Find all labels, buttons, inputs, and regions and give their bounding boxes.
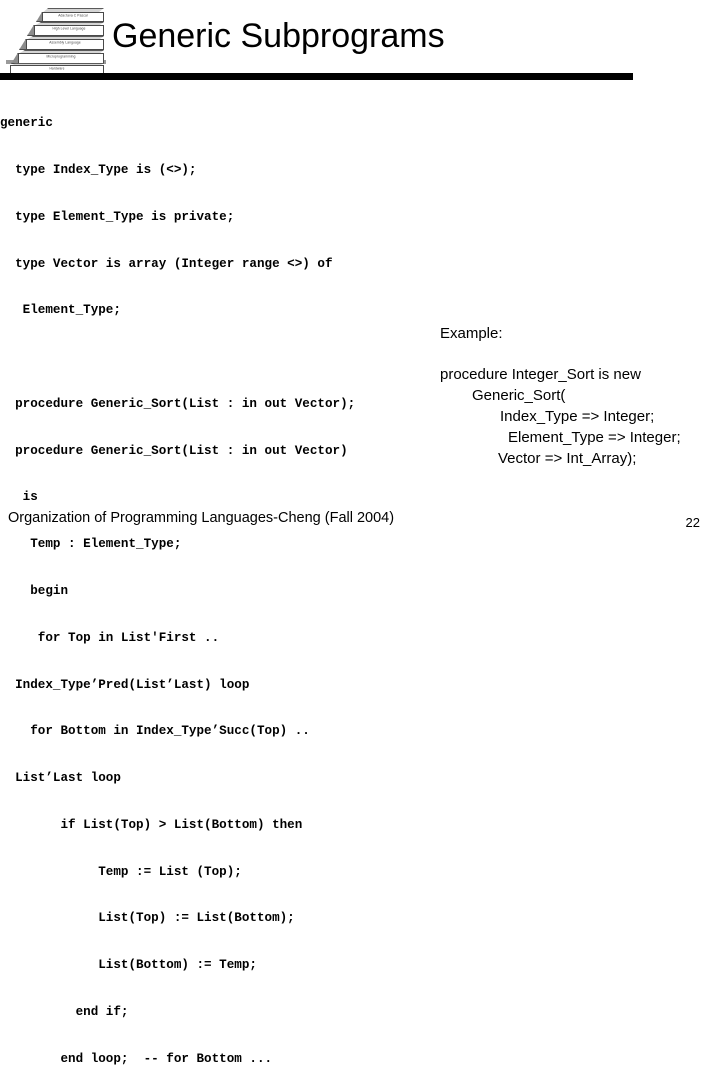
code-line: generic bbox=[0, 116, 53, 131]
example-line: procedure Integer_Sort is new bbox=[440, 366, 641, 383]
code-line: List(Top) := List(Bottom); bbox=[0, 911, 295, 926]
example-line: Element_Type => Integer; bbox=[508, 429, 681, 446]
code-line: type Vector is array (Integer range <>) … bbox=[0, 256, 333, 271]
logo-tier-4: Microprogramming bbox=[18, 53, 104, 64]
example-line: Generic_Sort( bbox=[472, 387, 566, 404]
logo-tier-1: Ada/Java C Pascal bbox=[42, 12, 104, 22]
code-line: type Index_Type is (<>); bbox=[0, 162, 197, 177]
page-number: 22 bbox=[685, 515, 700, 530]
layered-stack-pyramid-logo: Ada/Java C Pascal High Level Language As… bbox=[4, 4, 108, 74]
slide-footer: Organization of Programming Languages-Ch… bbox=[0, 500, 720, 540]
title-divider-rule bbox=[0, 73, 633, 80]
code-line: procedure Generic_Sort(List : in out Vec… bbox=[0, 443, 348, 458]
code-line: end loop; -- for Bottom ... bbox=[0, 1051, 273, 1066]
example-label: Example: bbox=[440, 325, 503, 342]
code-line: for Bottom in Index_Type’Succ(Top) .. bbox=[0, 724, 310, 739]
example-block: Example: procedure Integer_Sort is new G… bbox=[432, 324, 720, 469]
code-line: Index_Type’Pred(List’Last) loop bbox=[0, 677, 250, 692]
logo-tier-2: High Level Language bbox=[34, 25, 104, 36]
code-line: List’Last loop bbox=[0, 771, 121, 786]
example-line: Vector => Int_Array); bbox=[498, 450, 637, 467]
logo-tier-1-label: Ada/Java C Pascal bbox=[58, 13, 88, 18]
code-line: end if; bbox=[0, 1005, 129, 1020]
slide-header: Ada/Java C Pascal High Level Language As… bbox=[0, 0, 720, 82]
logo-tier-3-label: Assembly Language bbox=[49, 40, 81, 45]
logo-tier-2-label: High Level Language bbox=[52, 26, 86, 31]
code-line: Temp := List (Top); bbox=[0, 864, 242, 879]
code-line: procedure Generic_Sort(List : in out Vec… bbox=[0, 396, 356, 411]
code-line: type Element_Type is private; bbox=[0, 209, 235, 224]
logo-tier-5-label: Hardware bbox=[49, 66, 65, 71]
code-line: Element_Type; bbox=[0, 303, 121, 318]
code-line: List(Bottom) := Temp; bbox=[0, 958, 257, 973]
code-line: if List(Top) > List(Bottom) then bbox=[0, 817, 303, 832]
logo-tier-3: Assembly Language bbox=[26, 39, 104, 50]
ada-generic-code-block: generic type Index_Type is (<>); type El… bbox=[0, 85, 440, 1080]
footer-course-text: Organization of Programming Languages-Ch… bbox=[8, 510, 395, 526]
page-title: Generic Subprograms bbox=[112, 17, 445, 55]
example-line: Index_Type => Integer; bbox=[500, 408, 655, 425]
code-line: for Top in List'First .. bbox=[0, 630, 220, 645]
logo-tier-4-label: Microprogramming bbox=[46, 54, 76, 59]
code-line: begin bbox=[0, 584, 69, 598]
